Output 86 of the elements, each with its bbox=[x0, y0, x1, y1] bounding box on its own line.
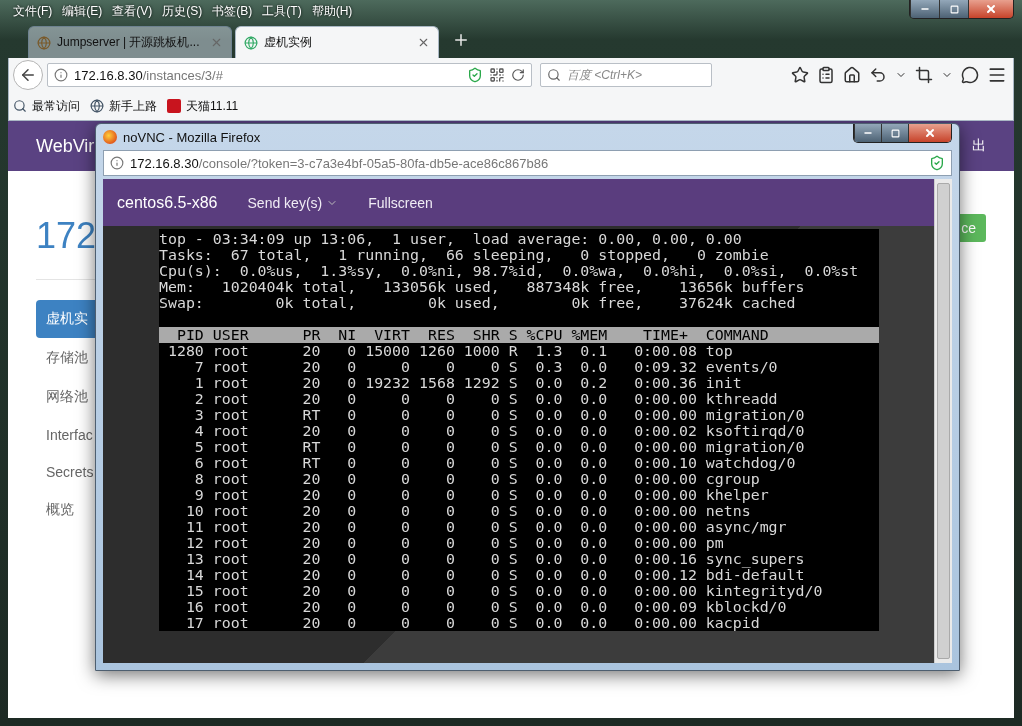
console-line: 9 root 20 0 0 0 0 S 0.0 0.0 0:00.00 khelper bbox=[193, 487, 770, 503]
console-line: top - 03:34:09 up 13:06, 1 user, load average: 0.00, 0.00, 0.00 bbox=[159, 231, 743, 247]
close-icon[interactable] bbox=[968, 0, 1013, 18]
menu-item[interactable]: 编辑(E) bbox=[57, 2, 108, 20]
search-field[interactable]: 百度 <Ctrl+K> bbox=[540, 63, 712, 87]
info-icon[interactable] bbox=[54, 68, 68, 82]
menu-item[interactable]: 工具(T) bbox=[257, 2, 307, 20]
qr-code-icon[interactable] bbox=[489, 67, 505, 83]
home-icon[interactable] bbox=[843, 66, 861, 84]
nav-item[interactable]: 网络池 bbox=[36, 378, 96, 416]
bookmark-label[interactable]: 天猫11.11 bbox=[186, 97, 239, 115]
globe-icon bbox=[90, 99, 104, 113]
console-line: 8 root 20 0 0 0 0 S 0.0 0.0 0:00.00 cgroup bbox=[193, 471, 760, 487]
nav-item[interactable]: 虚机实 bbox=[36, 300, 96, 338]
console-line: 5 root RT 0 0 0 0 S 0.0 0.0 0:00.00 migration/0 bbox=[193, 439, 806, 455]
bookmark[interactable]: 新手上路 bbox=[90, 97, 157, 115]
nav-item[interactable]: Interfac bbox=[36, 417, 96, 453]
console-line: 7 root 20 0 0 0 0 S 0.3 0.0 0:09.32 events/0 bbox=[193, 359, 779, 375]
menu-item[interactable]: 帮助(H) bbox=[306, 2, 358, 20]
console-line: Tasks: 67 total, 1 running, 66 sleeping, 0 stopped, 0 zombie bbox=[159, 247, 770, 263]
address-field[interactable]: 172.16.8.30/instances/3/# bbox=[47, 63, 532, 87]
bookmark-label[interactable]: 新手上路 bbox=[109, 97, 157, 115]
maximize-icon[interactable] bbox=[939, 0, 968, 18]
bookmark[interactable]: 天猫11.11 bbox=[167, 97, 239, 115]
console-line: 1 root 20 0 19232 1568 1292 S 0.0 0.2 0:00.36 init bbox=[193, 375, 743, 391]
menu-item[interactable]: 历史(S) bbox=[157, 2, 208, 20]
menu-item[interactable]: 文件(F) bbox=[8, 2, 58, 20]
search-icon[interactable] bbox=[547, 68, 561, 82]
console-line: 14 root 20 0 0 0 0 S 0.0 0.0 0:00.12 bdi-default bbox=[184, 567, 806, 583]
console-line: 3 root RT 0 0 0 0 S 0.0 0.0 0:00.00 migration/0 bbox=[193, 407, 806, 423]
console-line: 4 root 20 0 0 0 0 S 0.0 0.0 0:00.02 ksoftirqd/0 bbox=[193, 423, 806, 439]
star-icon[interactable] bbox=[791, 66, 809, 84]
new-tab-icon[interactable] bbox=[452, 31, 470, 49]
vm-name: centos6.5-x86 bbox=[117, 193, 218, 212]
reload-icon[interactable] bbox=[511, 68, 525, 82]
console-line: 17 root 20 0 0 0 0 S 0.0 0.0 0:00.00 kacpid bbox=[184, 615, 761, 631]
browser-tab[interactable]: Jumpserver | 开源跳板机... bbox=[28, 26, 232, 58]
window-controls[interactable] bbox=[853, 124, 952, 143]
console-line: Mem: 1020404k total, 133056k used, 887348k free, 13656k buffers bbox=[159, 279, 806, 295]
console-line: Cpu(s): 0.0%us, 1.3%sy, 0.0%ni, 98.7%id, 0.0%wa, 0.0%hi, 0.0%si, 0.0%st bbox=[159, 263, 860, 279]
menu-item[interactable]: 查看(V) bbox=[107, 2, 158, 20]
crop-icon[interactable] bbox=[915, 66, 933, 84]
console-line: 11 root 20 0 0 0 0 S 0.0 0.0 0:00.00 async/mgr bbox=[184, 519, 788, 535]
console-line: 2 root 20 0 0 0 0 S 0.0 0.0 0:00.00 kthreadd bbox=[193, 391, 779, 407]
menu-item[interactable]: 书签(B) bbox=[207, 2, 258, 20]
fullscreen-link[interactable]: Fullscreen bbox=[368, 194, 433, 211]
chat-icon[interactable] bbox=[961, 66, 979, 84]
clipboard-icon[interactable] bbox=[817, 66, 835, 84]
console-line: 10 root 20 0 0 0 0 S 0.0 0.0 0:00.00 netns bbox=[184, 503, 751, 519]
shield-icon[interactable] bbox=[929, 155, 945, 171]
minimize-icon[interactable] bbox=[854, 124, 881, 142]
site-icon bbox=[37, 35, 51, 50]
info-icon[interactable] bbox=[110, 156, 124, 170]
console-line: 6 root RT 0 0 0 0 S 0.0 0.0 0:00.10 watchdog/0 bbox=[193, 455, 796, 471]
undo-icon[interactable] bbox=[869, 66, 887, 84]
brand[interactable]: WebVir bbox=[36, 135, 95, 157]
console-line: 13 root 20 0 0 0 0 S 0.0 0.0 0:00.16 sync_supers bbox=[184, 551, 806, 567]
close-icon[interactable] bbox=[908, 124, 951, 142]
search-icon bbox=[13, 99, 27, 113]
site-icon bbox=[244, 35, 258, 50]
console-line: Swap: 0k total, 0k used, 0k free, 37624k cached bbox=[159, 295, 797, 311]
address-field[interactable]: 172.16.8.30/console/?token=3-c7a3e4bf-05a5-80fa-db5e-ace86c867b86 bbox=[103, 150, 952, 176]
window-controls[interactable] bbox=[909, 0, 1014, 19]
console-line: 12 root 20 0 0 0 0 S 0.0 0.0 0:00.00 pm bbox=[184, 535, 724, 551]
nav-item[interactable]: Secrets bbox=[36, 454, 96, 490]
nav-item[interactable]: 概览 bbox=[36, 491, 96, 529]
send-keys-menu[interactable]: Send key(s) bbox=[247, 194, 339, 211]
tmall-icon bbox=[167, 99, 181, 113]
console-header: PID USER PR NI VIRT RES SHR S %CPU %MEM TIME+ COMMAND bbox=[159, 327, 879, 343]
close-icon[interactable] bbox=[417, 36, 430, 49]
back-button[interactable] bbox=[13, 60, 43, 90]
bookmark-label[interactable]: 最常访问 bbox=[32, 97, 80, 115]
shield-icon[interactable] bbox=[467, 67, 483, 83]
console-line: 1280 root 20 0 15000 1260 1000 R 1.3 0.1 0:00.08 top bbox=[166, 343, 734, 359]
browser-icon bbox=[103, 130, 117, 144]
menu-icon[interactable] bbox=[987, 65, 1007, 85]
console-line: 16 root 20 0 0 0 0 S 0.0 0.0 0:00.09 kblockd/0 bbox=[184, 599, 787, 615]
window-title: noVNC - Mozilla Firefox bbox=[123, 129, 261, 145]
console-line: 15 root 20 0 0 0 0 S 0.0 0.0 0:00.00 kintegrityd/0 bbox=[184, 583, 824, 599]
browser-tab[interactable]: 虚机实例 bbox=[235, 26, 439, 58]
minimize-icon[interactable] bbox=[910, 0, 939, 18]
page-heading: 172 bbox=[36, 215, 96, 257]
logout-link[interactable]: 出 bbox=[972, 137, 986, 155]
maximize-icon[interactable] bbox=[881, 124, 908, 142]
nav-item[interactable]: 存储池 bbox=[36, 339, 96, 377]
bookmark[interactable]: 最常访问 bbox=[13, 97, 80, 115]
